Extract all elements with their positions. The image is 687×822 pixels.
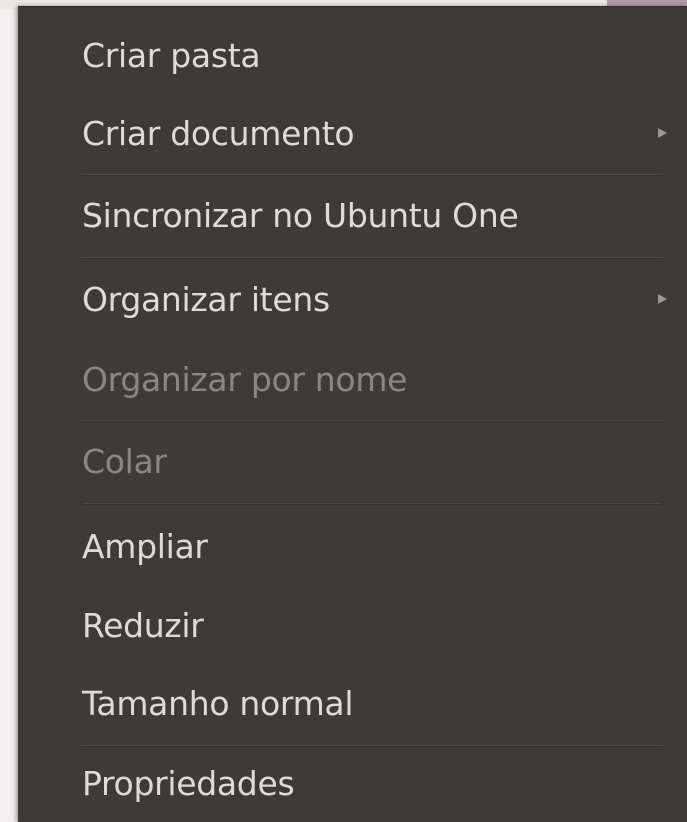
- context-menu: Criar pasta Criar documento Sincronizar …: [18, 6, 687, 822]
- menu-separator: [82, 174, 662, 176]
- menu-item-criar-documento[interactable]: Criar documento: [18, 97, 687, 169]
- menu-item-organizar-por-nome: Organizar por nome: [18, 343, 687, 415]
- menu-item-reduzir[interactable]: Reduzir: [18, 589, 687, 661]
- menu-item-label: Colar: [82, 441, 167, 481]
- menu-item-label: Ampliar: [82, 526, 208, 566]
- menu-item-label: Reduzir: [82, 605, 204, 645]
- menu-item-label: Organizar por nome: [82, 359, 408, 399]
- menu-item-label: Propriedades: [82, 763, 295, 803]
- menu-separator: [82, 420, 662, 422]
- submenu-arrow-icon: [658, 128, 667, 138]
- submenu-arrow-icon: [658, 294, 667, 304]
- menu-item-label: Tamanho normal: [82, 683, 354, 723]
- menu-item-criar-pasta[interactable]: Criar pasta: [18, 19, 687, 91]
- menu-item-colar: Colar: [18, 425, 687, 497]
- menu-item-organizar-itens[interactable]: Organizar itens: [18, 263, 687, 335]
- menu-item-label: Criar documento: [82, 113, 355, 153]
- menu-separator: [82, 503, 662, 505]
- menu-item-tamanho-normal[interactable]: Tamanho normal: [18, 667, 687, 739]
- menu-item-label: Criar pasta: [82, 35, 261, 75]
- menu-item-label: Sincronizar no Ubuntu One: [82, 195, 519, 235]
- menu-item-propriedades[interactable]: Propriedades: [18, 747, 687, 819]
- menu-item-label: Organizar itens: [82, 279, 330, 319]
- menu-item-ampliar[interactable]: Ampliar: [18, 510, 687, 582]
- menu-separator: [82, 257, 662, 259]
- menu-item-sincronizar-ubuntu-one[interactable]: Sincronizar no Ubuntu One: [18, 179, 687, 251]
